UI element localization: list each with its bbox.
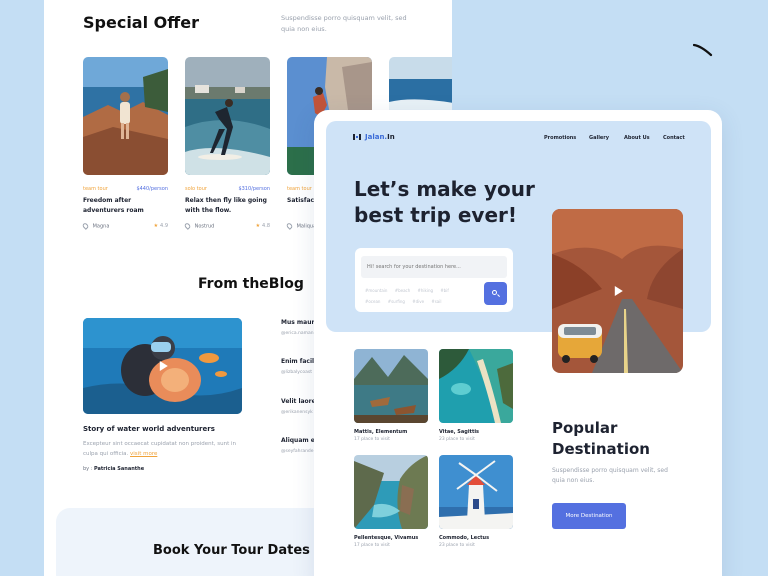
destination-card[interactable]: Pellentesque, Vivamus 17 place to visit — [354, 455, 428, 548]
search-tag[interactable]: #mountain — [365, 288, 387, 293]
star-icon: ★ — [255, 223, 261, 229]
play-icon — [614, 286, 623, 296]
search-card: #mountain #beach #hiking #bif #ocean #su… — [355, 248, 513, 312]
visit-more-link[interactable]: visit more — [130, 451, 157, 457]
blog-section-title: From theBlog — [198, 276, 304, 292]
hero-video-thumbnail[interactable] — [552, 209, 683, 373]
popular-destination-description: Suspendisse porro quisquam velit, sed qu… — [552, 467, 668, 484]
offer-tag: team tour — [287, 186, 312, 192]
book-tour-title: Book Your Tour Dates N — [153, 543, 326, 558]
cursor-icon — [693, 43, 713, 57]
location-pin-icon — [285, 222, 294, 230]
play-icon — [159, 361, 168, 371]
destination-card[interactable]: Mattis, Elementum 17 place to visit — [354, 349, 428, 442]
offer-card[interactable]: team tour $440/person Freedom after adve… — [81, 57, 168, 231]
nav-gallery[interactable]: Gallery — [589, 135, 609, 141]
offer-location: Nostrud — [194, 223, 215, 230]
offer-photo — [185, 57, 270, 175]
search-button[interactable] — [484, 282, 507, 305]
offer-price: $440/person — [136, 186, 168, 192]
blog-byline: by : Patricia Sananthe — [83, 466, 144, 472]
star-icon: ★ — [153, 223, 159, 229]
destination-photo — [354, 455, 428, 529]
destination-card[interactable]: Vitae, Sagittis 23 place to visit — [439, 349, 513, 442]
offer-title: Freedom after adventurers roam — [83, 197, 144, 214]
offer-rating: 4.8 — [262, 223, 270, 229]
logo[interactable]: Jalan. In — [353, 133, 395, 141]
more-destination-button[interactable]: More Destination — [552, 503, 626, 529]
search-tag[interactable]: #beach — [395, 288, 411, 293]
search-tag[interactable]: #ocean — [365, 299, 380, 304]
destination-name: Pellentesque, Vivamus — [354, 535, 419, 541]
special-offer-subtitle: Suspendisse porro quisquam velit, sed qu… — [281, 14, 407, 33]
search-icon — [492, 290, 497, 295]
special-offer-title: Special Offer — [83, 13, 199, 32]
destination-count: 23 place to visit — [439, 437, 475, 442]
offer-photo — [83, 57, 168, 175]
destination-name: Commodo, Lectus — [439, 535, 490, 541]
offer-location: Magna — [92, 223, 110, 230]
blog-post-description: Excepteur sint occaecat cupidatat non pr… — [83, 439, 243, 459]
foreground-page: Jalan. In Promotions Gallery About Us Co… — [314, 110, 722, 576]
destination-card[interactable]: Commodo, Lectus 23 place to visit — [439, 455, 513, 548]
logo-suffix: In — [387, 133, 395, 141]
search-tag[interactable]: #dive — [412, 299, 424, 304]
search-tag[interactable]: #hiking — [418, 288, 434, 293]
popular-destination-title: Popular Destination — [552, 419, 650, 458]
destination-name: Mattis, Elementum — [354, 429, 408, 435]
search-input[interactable] — [361, 256, 507, 278]
search-tag[interactable]: #bif — [440, 288, 448, 293]
search-tags: #mountain #beach #hiking #bif #ocean #su… — [365, 285, 477, 307]
offer-rating: 4.9 — [160, 223, 168, 229]
destination-photo — [354, 349, 428, 423]
offer-title: Relax then fly like going with the flow. — [185, 197, 267, 214]
offer-tag: solo tour — [185, 186, 207, 192]
offer-tag: team tour — [83, 186, 108, 192]
search-tag[interactable]: #sail — [431, 299, 441, 304]
byline-label: by : — [83, 466, 93, 472]
offer-card[interactable]: solo tour $310/person Relax then fly lik… — [183, 57, 270, 231]
blog-author: Patricia Sananthe — [94, 466, 145, 472]
location-pin-icon — [81, 222, 90, 230]
blog-post-title[interactable]: Story of water world adventurers — [83, 425, 215, 433]
logo-icon — [353, 134, 361, 140]
destination-name: Vitae, Sagittis — [439, 429, 480, 435]
offer-price: $310/person — [238, 186, 270, 192]
blog-video-thumbnail[interactable] — [83, 318, 242, 414]
destination-photo — [439, 455, 513, 529]
location-pin-icon — [183, 222, 192, 230]
blog-desc-text: Excepteur sint occaecat cupidatat non pr… — [83, 441, 237, 457]
destination-count: 17 place to visit — [354, 437, 390, 442]
hero-title: Let’s make your best trip ever! — [354, 177, 535, 227]
destination-count: 17 place to visit — [354, 543, 390, 548]
destination-photo — [439, 349, 513, 423]
nav-about-us[interactable]: About Us — [624, 135, 650, 141]
search-tag[interactable]: #surfing — [388, 299, 405, 304]
logo-text: Jalan. — [365, 133, 388, 141]
destination-count: 23 place to visit — [439, 543, 475, 548]
nav-promotions[interactable]: Promotions — [544, 135, 576, 141]
nav-contact[interactable]: Contact — [663, 135, 685, 141]
